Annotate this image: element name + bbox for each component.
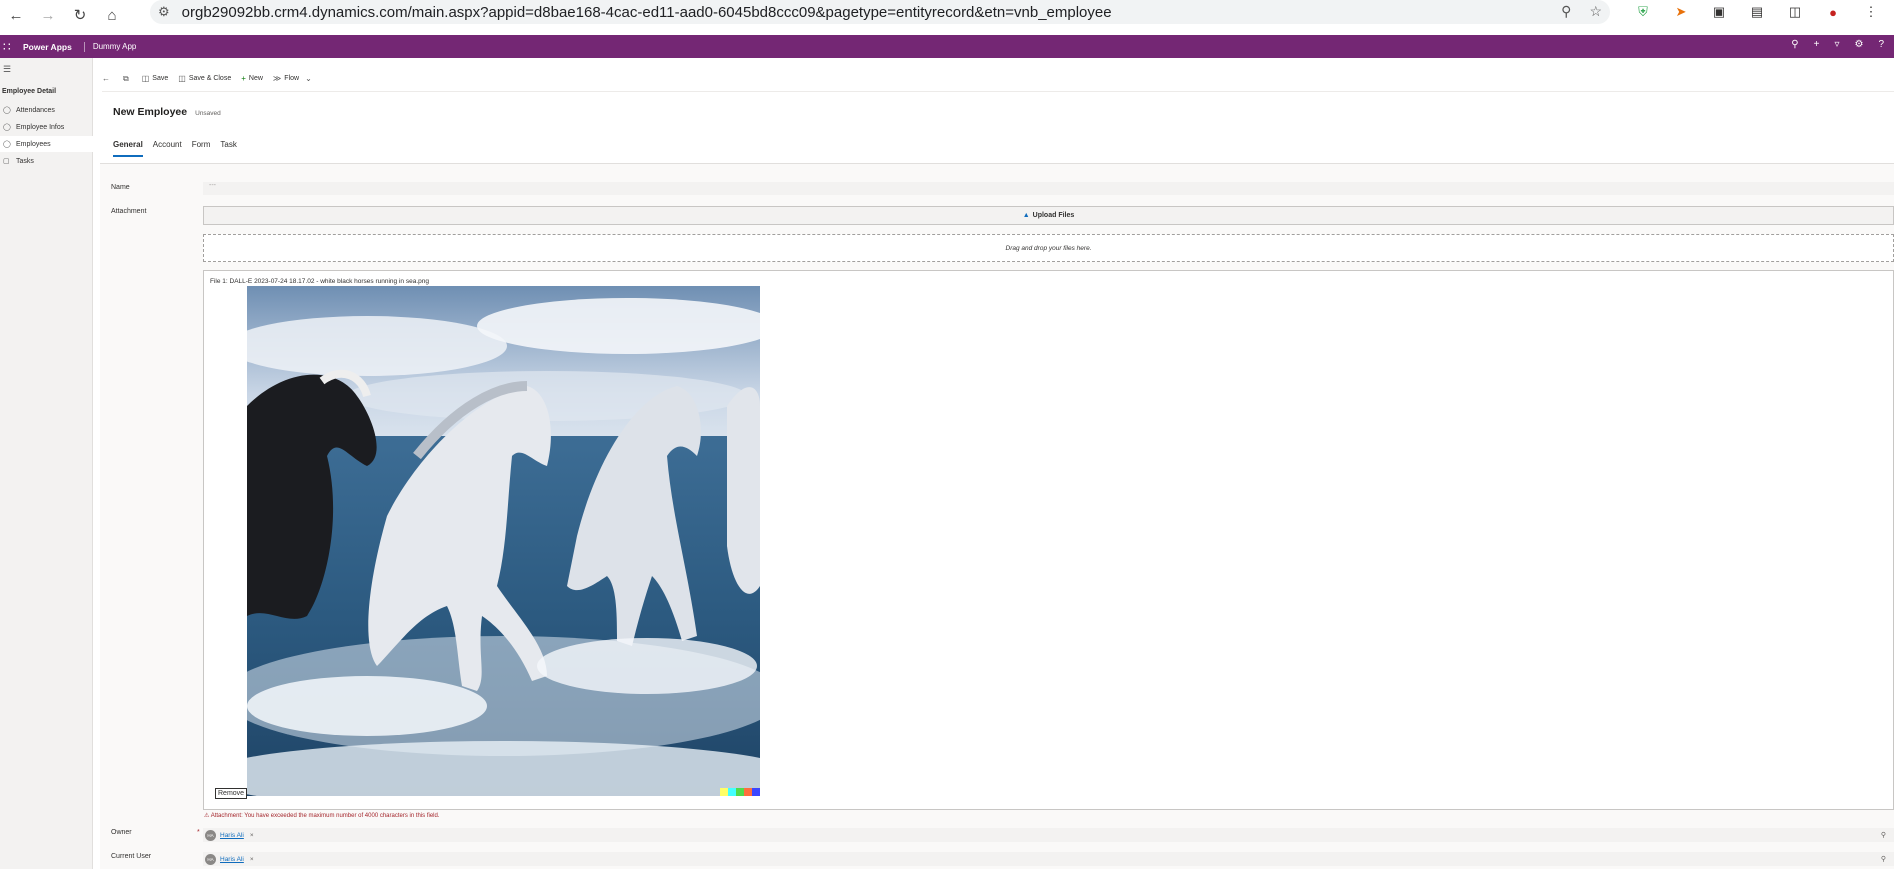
new-button[interactable]: + New (241, 74, 263, 83)
clear-icon[interactable]: × (250, 856, 254, 863)
save-close-button[interactable]: ◫ Save & Close (178, 74, 231, 83)
sidebar-item-attendances[interactable]: ◯ Attendances (0, 102, 93, 118)
address-bar[interactable]: ⚙ orgb29092bb.crm4.dynamics.com/main.asp… (150, 0, 1610, 24)
zoom-icon[interactable]: ⚲ (1561, 3, 1571, 20)
save-icon: ◫ (141, 74, 150, 83)
current-user-label: Current User (111, 853, 152, 860)
file-name: File 1: DALL-E 2023-07-24 18.17.02 - whi… (210, 278, 429, 285)
remove-button[interactable]: Remove (215, 788, 248, 799)
tab-form[interactable]: Form (192, 140, 211, 157)
shield-extension-icon[interactable]: ⛨ (1634, 3, 1652, 21)
sidebar-item-label: Attendances (16, 106, 55, 114)
sidebar-item-employee-infos[interactable]: ◯ Employee Infos (0, 119, 93, 135)
browser-menu-icon[interactable]: ⋮ (1862, 3, 1880, 21)
url-text[interactable]: orgb29092bb.crm4.dynamics.com/main.aspx?… (182, 4, 1112, 21)
app-header: ∷ Power Apps Dummy App ⚲ + ▿ ⚙ ? (0, 35, 1894, 58)
horses-in-sea-image (247, 286, 760, 796)
form-tabs: General Account Form Task (113, 140, 247, 157)
sidebar-item-label: Employees (16, 140, 51, 148)
chevron-down-icon: ⌄ (305, 74, 312, 83)
entity-icon: ◯ (3, 107, 11, 114)
hamburger-menu-icon[interactable]: ☰ (3, 64, 11, 75)
extensions-puzzle-icon[interactable]: ▣ (1710, 3, 1728, 21)
sidebar-item-employees[interactable]: ◯ Employees (0, 136, 93, 152)
split-view-icon[interactable]: ◫ (1786, 3, 1804, 21)
save-status: Unsaved (195, 110, 221, 117)
page-title: New Employee (113, 106, 188, 118)
plus-icon[interactable]: + (1814, 39, 1820, 50)
entity-icon: ◯ (3, 141, 11, 148)
color-strip-watermark (720, 788, 760, 796)
file-preview: File 1: DALL-E 2023-07-24 18.17.02 - whi… (203, 270, 1894, 810)
upload-files-button[interactable]: ▲ Upload Files (203, 206, 1894, 225)
profile-avatar-icon[interactable]: ● (1824, 3, 1842, 21)
owner-label: Owner (111, 829, 132, 836)
error-text: Attachment: You have exceeded the maximu… (210, 813, 440, 819)
upload-icon: ▲ (1022, 212, 1030, 219)
current-user-lookup[interactable]: HA Haris Ali × ⚲ (203, 852, 1894, 866)
reading-list-icon[interactable]: ▤ (1748, 3, 1766, 21)
settings-gear-icon[interactable]: ⚙ (1854, 39, 1863, 50)
forward-arrow-icon[interactable]: → (32, 0, 64, 30)
rocket-extension-icon[interactable]: ➤ (1672, 3, 1690, 21)
save-button[interactable]: ◫ Save (142, 74, 169, 83)
avatar: HA (205, 853, 216, 865)
tab-account[interactable]: Account (153, 140, 182, 157)
save-label: Save (152, 75, 169, 82)
search-icon[interactable]: ⚲ (1881, 831, 1886, 839)
sidebar-item-label: Employee Infos (16, 123, 65, 131)
nav-group-title: Employee Detail (2, 88, 57, 95)
owner-lookup[interactable]: HA Haris Ali × ⚲ (203, 828, 1894, 842)
reload-icon[interactable]: ↻ (64, 0, 96, 30)
bookmark-star-icon[interactable]: ☆ (1589, 3, 1602, 20)
flow-button[interactable]: ≫ Flow ⌄ (273, 74, 315, 83)
back-button[interactable]: ← (102, 74, 113, 83)
attachment-image (247, 286, 760, 796)
header-divider (83, 41, 85, 52)
search-icon[interactable]: ⚲ (1881, 855, 1886, 863)
attachment-label: Attachment (111, 208, 147, 215)
browser-toolbar: ← → ↻ ⌂ ⚙ orgb29092bb.crm4.dynamics.com/… (0, 0, 1894, 30)
app-launcher-icon[interactable]: ∷ (3, 40, 15, 54)
help-icon[interactable]: ? (1878, 39, 1884, 50)
error-message: ⚠ Attachment: You have exceeded the maxi… (204, 813, 440, 819)
home-icon[interactable]: ⌂ (96, 0, 128, 30)
name-label: Name (111, 184, 130, 191)
tab-general[interactable]: General (113, 140, 143, 157)
command-bar: ← ⧉ ◫ Save ◫ Save & Close + New ≫ Flow ⌄ (102, 66, 1894, 92)
owner-link[interactable]: Haris Ali (220, 832, 244, 839)
avatar: HA (205, 829, 216, 841)
upload-label: Upload Files (1032, 212, 1075, 219)
brand-name[interactable]: Power Apps (23, 42, 72, 52)
current-user-link[interactable]: Haris Ali (220, 856, 244, 863)
name-field[interactable]: --- (203, 182, 1894, 195)
site-map: ☰ Employee Detail ◯ Attendances ◯ Employ… (0, 58, 93, 869)
filter-icon[interactable]: ▿ (1834, 39, 1839, 50)
entity-icon: ◯ (3, 124, 11, 131)
flow-icon: ≫ (272, 74, 282, 83)
plus-icon: + (241, 74, 246, 83)
popout-icon: ⧉ (123, 73, 129, 83)
drop-zone[interactable]: Drag and drop your files here. (203, 234, 1894, 262)
required-indicator: * (197, 829, 200, 836)
sidebar-item-label: Tasks (16, 157, 34, 165)
search-icon[interactable]: ⚲ (1791, 39, 1798, 50)
open-new-window-button[interactable]: ⧉ (123, 74, 132, 84)
flow-label: Flow (284, 75, 300, 82)
sidebar-item-tasks[interactable]: ▢ Tasks (0, 153, 93, 169)
tab-task[interactable]: Task (220, 140, 236, 157)
save-close-icon: ◫ (178, 74, 186, 83)
app-name[interactable]: Dummy App (93, 42, 137, 51)
site-info-icon[interactable]: ⚙ (158, 4, 170, 20)
clear-icon[interactable]: × (250, 832, 254, 839)
back-arrow-icon: ← (102, 74, 110, 83)
back-arrow-icon[interactable]: ← (0, 0, 32, 30)
new-label: New (248, 75, 263, 82)
form-header: New Employee Unsaved (113, 106, 221, 118)
document-icon: ▢ (3, 158, 10, 165)
save-close-label: Save & Close (188, 75, 232, 82)
